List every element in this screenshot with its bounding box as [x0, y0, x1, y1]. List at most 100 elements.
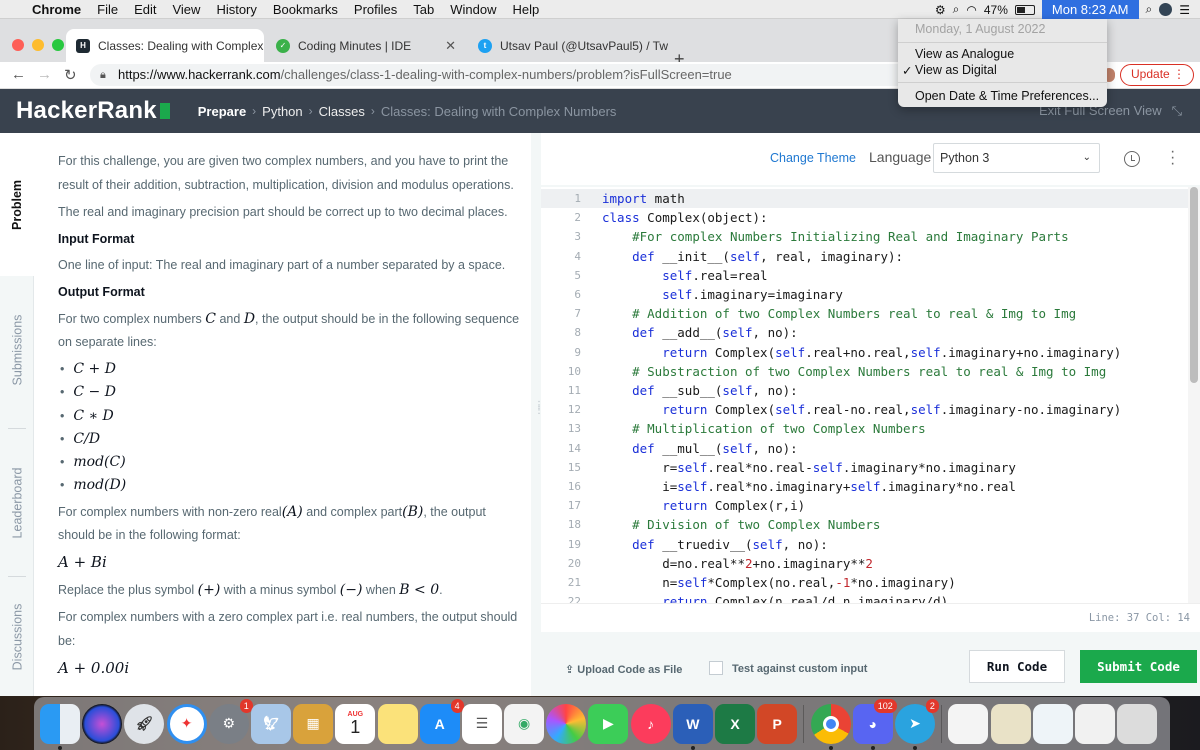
breadcrumb-prepare[interactable]: Prepare: [192, 104, 252, 119]
tab-hackerrank[interactable]: H Classes: Dealing with Complex ✕: [66, 29, 264, 62]
open-date-time-prefs-item[interactable]: Open Date & Time Preferences...: [915, 89, 1099, 103]
maps-icon[interactable]: ◉: [504, 703, 545, 744]
scrollbar-thumb[interactable]: [1190, 187, 1198, 383]
excel-icon[interactable]: X: [715, 703, 755, 744]
menu-view[interactable]: View: [164, 2, 208, 17]
menu-app-name[interactable]: Chrome: [24, 2, 89, 17]
finder-icon[interactable]: [40, 703, 80, 750]
line-number: 6: [574, 288, 581, 301]
line-number: 7: [574, 307, 581, 321]
app-store-icon[interactable]: A4: [419, 698, 464, 744]
tab-leaderboard-label: Leaderboard: [10, 467, 24, 539]
wifi-icon[interactable]: ◠: [966, 3, 976, 17]
editor-scrollbar[interactable]: [1188, 187, 1200, 603]
hackerrank-logo[interactable]: HackerRank: [0, 97, 170, 125]
search-icon[interactable]: ⌕: [1146, 2, 1153, 17]
menu-tab[interactable]: Tab: [405, 2, 442, 17]
view-as-analogue-item[interactable]: View as Analogue: [915, 47, 1014, 61]
history-icon[interactable]: [1124, 151, 1140, 167]
custom-input-checkbox[interactable]: [709, 661, 723, 675]
minimized-window-thumbnail[interactable]: [948, 703, 989, 744]
code-text: return Complex(n.real/d,n.imaginary/d): [662, 594, 949, 603]
reload-icon[interactable]: ↻: [64, 66, 77, 84]
math-format: A + Bi: [58, 553, 107, 572]
breadcrumb-current: Classes: Dealing with Complex Numbers: [380, 103, 617, 119]
back-icon[interactable]: ←: [11, 66, 26, 83]
problem-intro: For this challenge, you are given two co…: [58, 154, 514, 192]
line-number: 10: [567, 364, 581, 378]
powerpoint-icon[interactable]: P: [757, 703, 798, 744]
tab-submissions-label: Submissions: [10, 314, 24, 386]
code-editor[interactable]: 1 import math 2 class Complex(object): 3 #…: [541, 187, 1200, 603]
close-window-button[interactable]: [12, 39, 24, 51]
tab-problem[interactable]: Problem: [0, 133, 34, 276]
code-line: 6 self.imaginary=imaginary: [541, 285, 1188, 304]
menubar-clock[interactable]: Mon 8:23 AM: [1041, 0, 1139, 19]
notes-icon[interactable]: [377, 703, 418, 744]
facetime-icon[interactable]: ▶: [588, 703, 629, 744]
minimized-window-thumbnail[interactable]: [990, 703, 1031, 744]
photos-icon[interactable]: [546, 703, 587, 744]
update-button[interactable]: Update ⋮: [1120, 64, 1194, 86]
line-number: 12: [567, 403, 581, 417]
menu-profiles[interactable]: Profiles: [346, 2, 405, 17]
run-code-button[interactable]: Run Code: [969, 650, 1065, 683]
math-op: C + D: [73, 361, 116, 377]
checkmark-icon: ✓: [902, 64, 913, 78]
language-select[interactable]: Python 3 ⌄: [933, 143, 1100, 173]
notification-center-icon[interactable]: ☰: [1179, 3, 1190, 17]
tab-coding-minutes[interactable]: ✓ Coding Minutes | IDE ✕: [266, 29, 466, 62]
chrome-icon[interactable]: [810, 703, 851, 750]
minimize-window-button[interactable]: [32, 39, 44, 51]
tab-leaderboard[interactable]: Leaderboard: [0, 430, 34, 576]
menu-help[interactable]: Help: [505, 2, 548, 17]
tab-twitter[interactable]: t Utsav Paul (@UtsavPaul5) / Tw ✕: [468, 29, 668, 62]
music-icon[interactable]: ♪: [630, 703, 671, 744]
editor-header: Change Theme Language Python 3 ⌄ · · ·: [541, 133, 1200, 185]
breadcrumb-python[interactable]: Python: [256, 104, 308, 119]
math-op: mod(C): [73, 454, 126, 471]
submit-code-button[interactable]: Submit Code: [1080, 650, 1197, 683]
code-text: import math: [602, 191, 685, 206]
lock-icon[interactable]: 🔒︎: [100, 64, 106, 86]
pane-resize-handle[interactable]: ⋮ ⋮: [531, 133, 544, 696]
menu-history[interactable]: History: [208, 2, 264, 17]
menu-bookmarks[interactable]: Bookmarks: [265, 2, 346, 17]
calendar-icon[interactable]: AUG 1: [335, 703, 376, 744]
menu-window[interactable]: Window: [442, 2, 504, 17]
battery-icon[interactable]: [1014, 4, 1035, 15]
maximize-window-button[interactable]: [52, 39, 64, 51]
preview-icon[interactable]: 🦅︎: [250, 703, 291, 744]
more-options-icon[interactable]: · · ·: [1170, 144, 1175, 172]
launchpad-icon[interactable]: 🚀︎: [124, 703, 165, 744]
reminders-icon[interactable]: ☰: [461, 703, 502, 744]
siri-icon[interactable]: [82, 703, 123, 744]
system-preferences-icon[interactable]: ⚙ 1: [208, 698, 253, 744]
telegram-icon[interactable]: ➤ 2: [894, 698, 939, 750]
tab-submissions[interactable]: Submissions: [0, 276, 34, 424]
spotlight-menu-icon[interactable]: ⌕: [953, 2, 960, 17]
change-theme-link[interactable]: Change Theme: [770, 151, 856, 165]
code-text: # Multiplication of two Complex Numbers: [632, 421, 926, 437]
breadcrumb-classes[interactable]: Classes: [313, 104, 371, 119]
trash-icon[interactable]: [1117, 703, 1158, 744]
safari-icon[interactable]: ✦: [166, 703, 207, 744]
upload-code-button[interactable]: ⇪ Upload Code as File: [565, 663, 682, 676]
word-icon[interactable]: W: [672, 703, 713, 750]
menu-file[interactable]: File: [89, 2, 126, 17]
discord-icon[interactable]: ◕ 102: [852, 698, 897, 750]
chrome-menu-icon[interactable]: ⋮: [1173, 65, 1185, 84]
custom-input-label[interactable]: Test against custom input: [732, 663, 867, 675]
menu-edit[interactable]: Edit: [126, 2, 164, 17]
view-as-digital-item[interactable]: View as Digital: [915, 63, 997, 77]
close-tab-icon[interactable]: ✕: [263, 38, 264, 54]
control-center-icon[interactable]: ⚙: [935, 3, 946, 17]
line-number: 1: [574, 192, 581, 205]
notes-app-icon[interactable]: ▦: [293, 703, 334, 744]
minimized-window-thumbnail[interactable]: [1032, 703, 1073, 744]
minimized-window-thumbnail[interactable]: [1074, 703, 1115, 744]
forward-icon[interactable]: →: [37, 66, 52, 83]
tab-discussions[interactable]: Discussions: [0, 578, 34, 696]
siri-icon[interactable]: [1159, 3, 1173, 16]
close-tab-icon[interactable]: ✕: [437, 38, 456, 54]
